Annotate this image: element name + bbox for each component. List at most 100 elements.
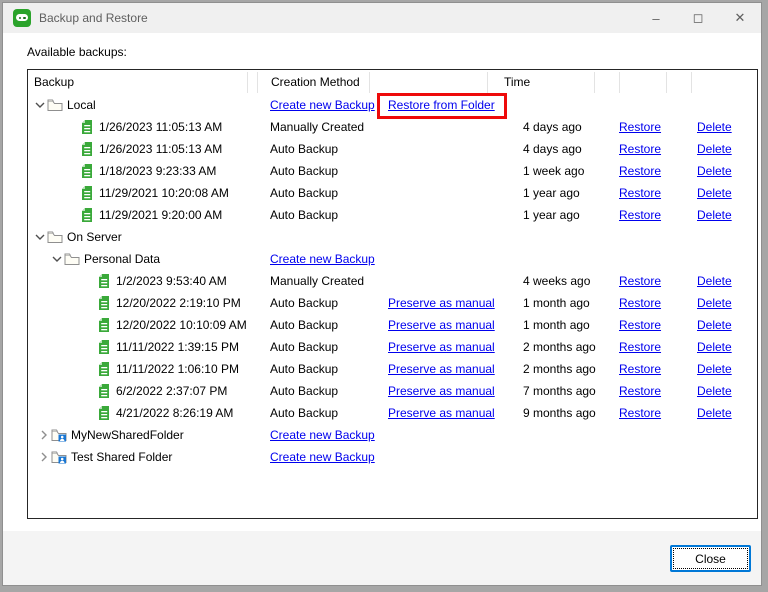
delete-link[interactable]: Delete xyxy=(697,296,732,310)
delete-cell: Delete xyxy=(697,270,757,292)
expander-right[interactable] xyxy=(37,452,51,462)
restore-link[interactable]: Restore xyxy=(619,186,661,200)
restore-link[interactable]: Restore xyxy=(619,164,661,178)
table-row-6-2-2022-2-37-07-pm[interactable]: 6/2/2022 2:37:07 PM Auto Backup Preserve… xyxy=(28,380,757,402)
create-new-backup-link[interactable]: Create new Backup xyxy=(270,98,375,112)
expander-down[interactable] xyxy=(50,255,64,263)
row-label: Personal Data xyxy=(84,252,161,266)
restore-link[interactable]: Restore xyxy=(619,208,661,222)
column-separator xyxy=(369,72,370,93)
backup-file-icon xyxy=(99,384,109,398)
table-row-local[interactable]: Local Create new Backup Restore from Fol… xyxy=(28,94,757,116)
time-cell: 4 days ago xyxy=(523,138,618,160)
chevron-down-icon[interactable] xyxy=(35,101,45,109)
creation-method-value: Auto Backup xyxy=(270,340,339,354)
chevron-down-icon[interactable] xyxy=(52,255,62,263)
restore-link[interactable]: Restore xyxy=(619,362,661,376)
table-row-4-21-2022-8-26-19-am[interactable]: 4/21/2022 8:26:19 AM Auto Backup Preserv… xyxy=(28,402,757,424)
restore-from-folder-link[interactable]: Restore from Folder xyxy=(388,98,495,112)
table-row-11-29-2021-10-20-08-am[interactable]: 11/29/2021 10:20:08 AM Auto Backup 1 yea… xyxy=(28,182,757,204)
title-bar: Backup and Restore – ◻ ✕ xyxy=(3,3,761,33)
maximize-button[interactable]: ◻ xyxy=(677,3,719,33)
table-row-11-11-2022-1-39-15-pm[interactable]: 11/11/2022 1:39:15 PM Auto Backup Preser… xyxy=(28,336,757,358)
table-row-mynewsharedfolder[interactable]: MyNewSharedFolder Create new Backup xyxy=(28,424,757,446)
delete-link[interactable]: Delete xyxy=(697,186,732,200)
table-row-1-26-2023-11-05-13-am[interactable]: 1/26/2023 11:05:13 AM Manually Created 4… xyxy=(28,116,757,138)
row-label: MyNewSharedFolder xyxy=(71,428,184,442)
create-new-backup-link[interactable]: Create new Backup xyxy=(270,252,375,266)
table-row-11-11-2022-1-06-10-pm[interactable]: 11/11/2022 1:06:10 PM Auto Backup Preser… xyxy=(28,358,757,380)
delete-link[interactable]: Delete xyxy=(697,384,732,398)
delete-cell: Delete xyxy=(697,358,757,380)
delete-link[interactable]: Delete xyxy=(697,318,732,332)
restore-link[interactable]: Restore xyxy=(619,384,661,398)
delete-link[interactable]: Delete xyxy=(697,142,732,156)
delete-link[interactable]: Delete xyxy=(697,164,732,178)
backup-file-icon xyxy=(99,340,109,354)
restore-cell xyxy=(619,248,679,270)
preserve-as-manual-link[interactable]: Preserve as manual xyxy=(388,384,495,398)
table-row-1-18-2023-9-23-33-am[interactable]: 1/18/2023 9:23:33 AM Auto Backup 1 week … xyxy=(28,160,757,182)
delete-link[interactable]: Delete xyxy=(697,362,732,376)
preserve-as-manual-link[interactable]: Preserve as manual xyxy=(388,318,495,332)
preserve-as-manual-link[interactable]: Preserve as manual xyxy=(388,296,495,310)
preserve-as-manual-link[interactable]: Preserve as manual xyxy=(388,406,495,420)
delete-cell xyxy=(697,226,757,248)
creation-method-value: Auto Backup xyxy=(270,296,339,310)
row-label: 1/18/2023 9:23:33 AM xyxy=(99,164,217,178)
creation-method-value: Manually Created xyxy=(270,274,365,288)
table-row-test-shared-folder[interactable]: Test Shared Folder Create new Backup xyxy=(28,446,757,468)
roboform-logo-icon xyxy=(13,9,31,27)
delete-cell: Delete xyxy=(697,336,757,358)
delete-link[interactable]: Delete xyxy=(697,274,732,288)
row-label: 12/20/2022 10:10:09 AM xyxy=(116,318,247,332)
time-value: 2 months ago xyxy=(523,362,596,376)
close-window-button[interactable]: ✕ xyxy=(719,3,761,33)
restore-link[interactable]: Restore xyxy=(619,406,661,420)
minimize-button[interactable]: – xyxy=(635,3,677,33)
chevron-right-icon[interactable] xyxy=(40,430,48,440)
restore-cell: Restore xyxy=(619,270,679,292)
restore-cell: Restore xyxy=(619,314,679,336)
restore-link[interactable]: Restore xyxy=(619,142,661,156)
delete-link[interactable]: Delete xyxy=(697,208,732,222)
table-row-12-20-2022-2-19-10-pm[interactable]: 12/20/2022 2:19:10 PM Auto Backup Preser… xyxy=(28,292,757,314)
table-row-1-2-2023-9-53-40-am[interactable]: 1/2/2023 9:53:40 AM Manually Created 4 w… xyxy=(28,270,757,292)
preserve-as-manual-link[interactable]: Preserve as manual xyxy=(388,340,495,354)
table-row-12-20-2022-10-10-09-am[interactable]: 12/20/2022 10:10:09 AM Auto Backup Prese… xyxy=(28,314,757,336)
delete-cell: Delete xyxy=(697,182,757,204)
column-header-creation-method[interactable]: Creation Method xyxy=(271,70,360,94)
table-row-on-server[interactable]: On Server xyxy=(28,226,757,248)
table-row-11-29-2021-9-20-00-am[interactable]: 11/29/2021 9:20:00 AM Auto Backup 1 year… xyxy=(28,204,757,226)
create-new-backup-link[interactable]: Create new Backup xyxy=(270,428,375,442)
create-new-backup-link[interactable]: Create new Backup xyxy=(270,450,375,464)
restore-link[interactable]: Restore xyxy=(619,274,661,288)
chevron-right-icon[interactable] xyxy=(40,452,48,462)
chevron-down-icon[interactable] xyxy=(35,233,45,241)
expander-down[interactable] xyxy=(33,233,47,241)
restore-cell xyxy=(619,424,679,446)
column-separator xyxy=(487,72,488,93)
table-row-1-26-2023-11-05-13-am[interactable]: 1/26/2023 11:05:13 AM Auto Backup 4 days… xyxy=(28,138,757,160)
restore-link[interactable]: Restore xyxy=(619,120,661,134)
tree-cell: 1/26/2023 11:05:13 AM xyxy=(28,116,246,138)
delete-cell: Delete xyxy=(697,204,757,226)
column-header-time[interactable]: Time xyxy=(504,70,530,94)
table-row-personal-data[interactable]: Personal Data Create new Backup xyxy=(28,248,757,270)
restore-link[interactable]: Restore xyxy=(619,318,661,332)
column-header-backup[interactable]: Backup xyxy=(34,70,74,94)
shared-folder-icon xyxy=(51,429,67,442)
expander-right[interactable] xyxy=(37,430,51,440)
time-value: 4 days ago xyxy=(523,120,582,134)
delete-link[interactable]: Delete xyxy=(697,406,732,420)
expander-down[interactable] xyxy=(33,101,47,109)
action-cell xyxy=(388,270,522,292)
delete-link[interactable]: Delete xyxy=(697,120,732,134)
delete-link[interactable]: Delete xyxy=(697,340,732,354)
delete-cell xyxy=(697,94,757,116)
preserve-as-manual-link[interactable]: Preserve as manual xyxy=(388,362,495,376)
restore-link[interactable]: Restore xyxy=(619,296,661,310)
restore-cell: Restore xyxy=(619,336,679,358)
close-button[interactable]: Close xyxy=(670,545,751,572)
restore-link[interactable]: Restore xyxy=(619,340,661,354)
